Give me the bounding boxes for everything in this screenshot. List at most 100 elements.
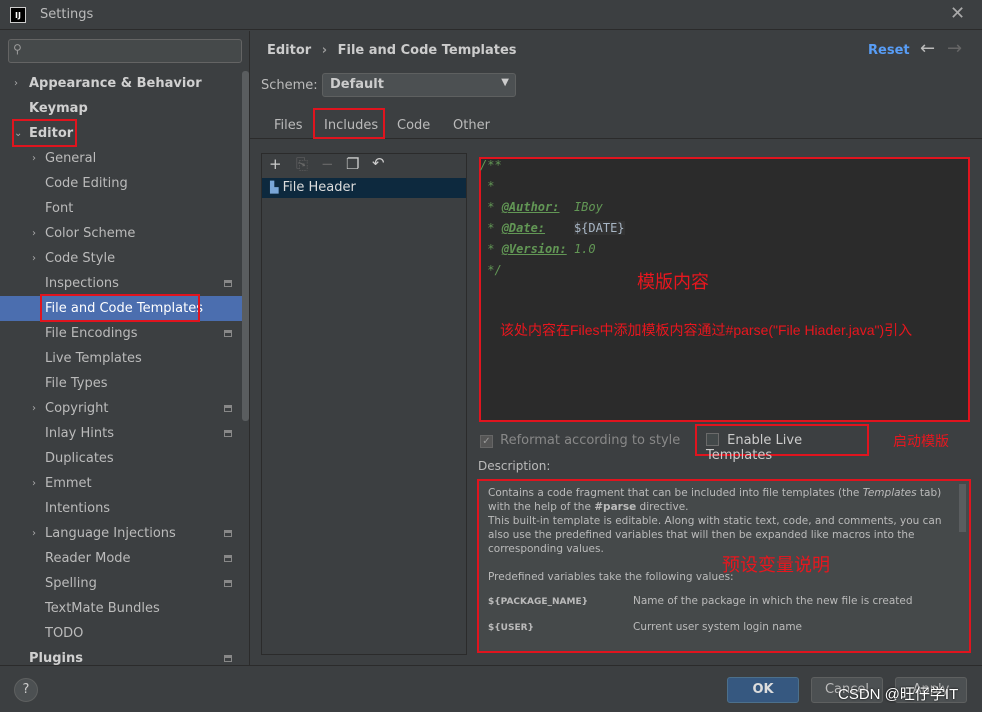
sidebar-item-copyright[interactable]: › Copyright: [0, 396, 243, 421]
checkbox-checked-icon: ✓: [480, 435, 493, 448]
sidebar-item-reader-mode[interactable]: Reader Mode: [0, 546, 243, 571]
sidebar-item-general[interactable]: › General: [0, 146, 243, 171]
search-input[interactable]: ⚲: [8, 39, 242, 63]
chevron-right-icon[interactable]: ›: [32, 246, 36, 271]
sidebar-item-label: Reader Mode: [45, 551, 131, 566]
add-icon[interactable]: +: [269, 155, 282, 173]
sidebar-item-color-scheme[interactable]: › Color Scheme: [0, 221, 243, 246]
copy-template-icon[interactable]: ⎘: [296, 155, 308, 173]
project-settings-icon: [224, 430, 232, 437]
enable-live-label: Enable Live Templates: [706, 433, 803, 463]
chevron-right-icon[interactable]: ›: [32, 521, 36, 546]
sidebar-item-file-encodings[interactable]: File Encodings: [0, 321, 243, 346]
sidebar-item-emmet[interactable]: › Emmet: [0, 471, 243, 496]
sidebar-item-label: General: [45, 151, 97, 166]
reset-link[interactable]: Reset: [868, 43, 910, 58]
breadcrumb: Editor › File and Code Templates: [267, 43, 517, 58]
chevron-right-icon[interactable]: ›: [32, 146, 36, 171]
sidebar-item-duplicates[interactable]: Duplicates: [0, 446, 243, 471]
sidebar-item-code-editing[interactable]: Code Editing: [0, 171, 243, 196]
duplicate-icon[interactable]: ❐: [346, 155, 359, 173]
sidebar-item-font[interactable]: Font: [0, 196, 243, 221]
tab-code[interactable]: Code: [397, 118, 430, 133]
tab-files[interactable]: Files: [274, 118, 303, 133]
project-settings-icon: [224, 330, 232, 337]
annotation-box-sidebar: [40, 294, 200, 322]
sidebar-item-todo[interactable]: TODO: [0, 621, 243, 646]
description-label: Description:: [478, 459, 551, 473]
sidebar-item-label: Keymap: [29, 101, 88, 116]
help-button[interactable]: ?: [14, 678, 38, 702]
close-icon[interactable]: ✕: [950, 3, 965, 24]
footer-divider: [0, 665, 982, 666]
breadcrumb-parent[interactable]: Editor: [267, 43, 311, 58]
sidebar-item-label: Inspections: [45, 276, 119, 291]
app-logo: IJ: [10, 7, 26, 23]
scheme-label: Scheme:: [261, 78, 318, 93]
project-settings-icon: [224, 580, 232, 587]
chevron-right-icon[interactable]: ›: [14, 71, 18, 96]
window-title: Settings: [40, 7, 94, 22]
project-settings-icon: [224, 405, 232, 412]
sidebar-item-label: Color Scheme: [45, 226, 136, 241]
search-icon: ⚲: [13, 42, 22, 56]
ok-button[interactable]: OK: [727, 677, 799, 703]
sidebar-item-label: Code Style: [45, 251, 116, 266]
sidebar-item-file-types[interactable]: File Types: [0, 371, 243, 396]
chevron-right-icon[interactable]: ›: [32, 471, 36, 496]
code-line: *: [480, 179, 495, 193]
sidebar-item-spelling[interactable]: Spelling: [0, 571, 243, 596]
checkbox-unchecked-icon: [706, 433, 719, 446]
project-settings-icon: [224, 530, 232, 537]
sidebar-scrollbar[interactable]: [242, 71, 249, 421]
sidebar-item-label: File Types: [45, 376, 108, 391]
list-item-label: File Header: [282, 180, 356, 195]
sidebar-item-label: Emmet: [45, 476, 92, 491]
watermark: CSDN @旺仔学IT: [838, 686, 959, 703]
sidebar-item-label: Language Injections: [45, 526, 176, 541]
sidebar-item-live-templates[interactable]: Live Templates: [0, 346, 243, 371]
scheme-value: Default: [330, 77, 384, 92]
scheme-select[interactable]: Default ▼: [322, 73, 516, 97]
reformat-label: Reformat according to style: [500, 433, 681, 448]
back-arrow-icon[interactable]: ←: [920, 38, 935, 59]
sidebar-item-label: Inlay Hints: [45, 426, 114, 441]
breadcrumb-separator: ›: [321, 43, 328, 58]
sidebar-item-label: Font: [45, 201, 74, 216]
project-settings-icon: [224, 280, 232, 287]
sidebar-item-label: Appearance & Behavior: [29, 76, 202, 91]
remove-icon[interactable]: −: [321, 155, 334, 173]
enable-live-templates-checkbox[interactable]: Enable Live Templates: [695, 424, 869, 463]
tab-includes-label: Includes: [324, 118, 379, 133]
annotation-desc-note: 预设变量说明: [722, 555, 830, 575]
sidebar-item-language-injections[interactable]: › Language Injections: [0, 521, 243, 546]
sidebar-item-label: Intentions: [45, 501, 111, 516]
chevron-right-icon[interactable]: ›: [32, 221, 36, 246]
code-line: */: [480, 263, 502, 277]
reformat-checkbox[interactable]: ✓ Reformat according to style: [480, 433, 680, 448]
sidebar-item-inlay-hints[interactable]: Inlay Hints: [0, 421, 243, 446]
sidebar-item-inspections[interactable]: Inspections: [0, 271, 243, 296]
sidebar-item-label: Plugins: [29, 651, 83, 666]
sidebar-item-label: Code Editing: [45, 176, 128, 191]
sidebar-item-code-style[interactable]: › Code Style: [0, 246, 243, 271]
sidebar-item-appearance-behavior[interactable]: › Appearance & Behavior: [0, 71, 243, 96]
sidebar-item-keymap[interactable]: Keymap: [0, 96, 243, 121]
tab-includes[interactable]: Includes: [313, 108, 385, 139]
sidebar-item-label: File Encodings: [45, 326, 138, 341]
list-item[interactable]: ▙ File Header: [262, 178, 466, 198]
chevron-right-icon[interactable]: ›: [32, 396, 36, 421]
tab-other[interactable]: Other: [453, 118, 490, 133]
annotation-template-content: 模版内容: [637, 272, 709, 292]
forward-arrow-icon[interactable]: →: [947, 38, 962, 59]
sidebar-item-label: Copyright: [45, 401, 109, 416]
sidebar-item-plugins[interactable]: Plugins: [0, 646, 243, 671]
undo-icon[interactable]: ↶: [372, 154, 385, 172]
sidebar-item-label: Duplicates: [45, 451, 114, 466]
chevron-down-icon: ▼: [501, 77, 509, 88]
code-line: * @Date: ${DATE}: [480, 221, 625, 235]
sidebar-item-textmate-bundles[interactable]: TextMate Bundles: [0, 596, 243, 621]
sidebar-item-intentions[interactable]: Intentions: [0, 496, 243, 521]
project-settings-icon: [224, 555, 232, 562]
sidebar-item-label: TODO: [45, 626, 84, 641]
